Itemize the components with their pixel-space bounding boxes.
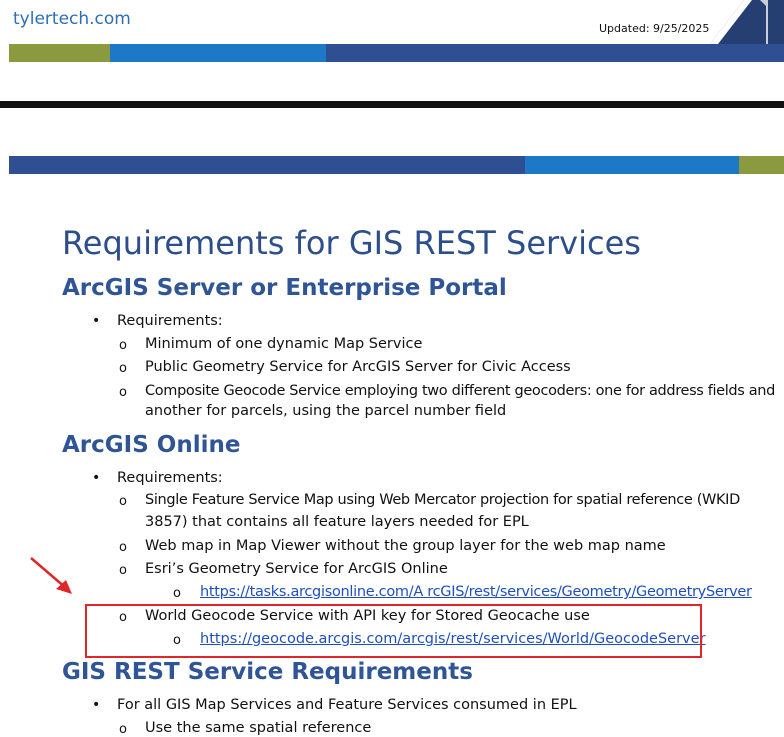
sub-bullet-glyph: o xyxy=(119,563,127,578)
section-heading-gis-rest: GIS REST Service Requirements xyxy=(62,659,473,685)
sub-bullet-glyph: o xyxy=(119,361,127,376)
brand-text: tylertech.com xyxy=(13,9,131,29)
sub-bullet-glyph: o xyxy=(119,494,127,509)
list-item-continuation: another for parcels, using the parcel nu… xyxy=(145,403,507,419)
section-heading-arcgis-server: ArcGIS Server or Enterprise Portal xyxy=(62,275,507,301)
band-navy xyxy=(9,156,525,174)
list-item: Requirements: xyxy=(117,313,223,329)
header-corner-graphic xyxy=(710,0,784,44)
list-item: Public Geometry Service for ArcGIS Serve… xyxy=(145,359,571,375)
band-olive xyxy=(739,156,784,174)
sub-bullet-glyph: o xyxy=(119,722,127,737)
list-item: Esri’s Geometry Service for ArcGIS Onlin… xyxy=(145,561,448,577)
bullet-glyph: • xyxy=(92,470,101,486)
list-item: Requirements: xyxy=(117,470,223,486)
sub-bullet-glyph: o xyxy=(119,338,127,353)
list-item: Minimum of one dynamic Map Service xyxy=(145,336,423,352)
list-item-continuation: 3857) that contains all feature layers n… xyxy=(145,514,529,530)
red-arrow-icon xyxy=(30,557,72,594)
document-title: Requirements for GIS REST Services xyxy=(62,224,641,262)
band-blue xyxy=(525,156,739,174)
header-bar-olive xyxy=(9,44,110,62)
list-item: Use the same spatial reference xyxy=(145,720,372,736)
bullet-glyph: • xyxy=(92,313,101,329)
geometry-server-link[interactable]: https://tasks.arcgisonline.com/A rcGIS/r… xyxy=(200,584,752,600)
header-rule xyxy=(0,101,784,108)
section-heading-arcgis-online: ArcGIS Online xyxy=(62,432,241,458)
list-item: Composite Geocode Service employing two … xyxy=(145,383,775,399)
bullet-glyph: • xyxy=(92,697,101,713)
list-item: Single Feature Service Map using Web Mer… xyxy=(145,492,740,508)
list-item: For all GIS Map Services and Feature Ser… xyxy=(117,697,577,713)
sub-bullet-glyph: o xyxy=(119,540,127,555)
highlight-box xyxy=(85,604,702,658)
header-bar-blue xyxy=(110,44,326,62)
list-item: Web map in Map Viewer without the group … xyxy=(145,538,666,554)
updated-date: Updated: 9/25/2025 xyxy=(599,22,710,35)
sub-sub-bullet-glyph: o xyxy=(173,586,181,601)
sub-bullet-glyph: o xyxy=(119,385,127,400)
